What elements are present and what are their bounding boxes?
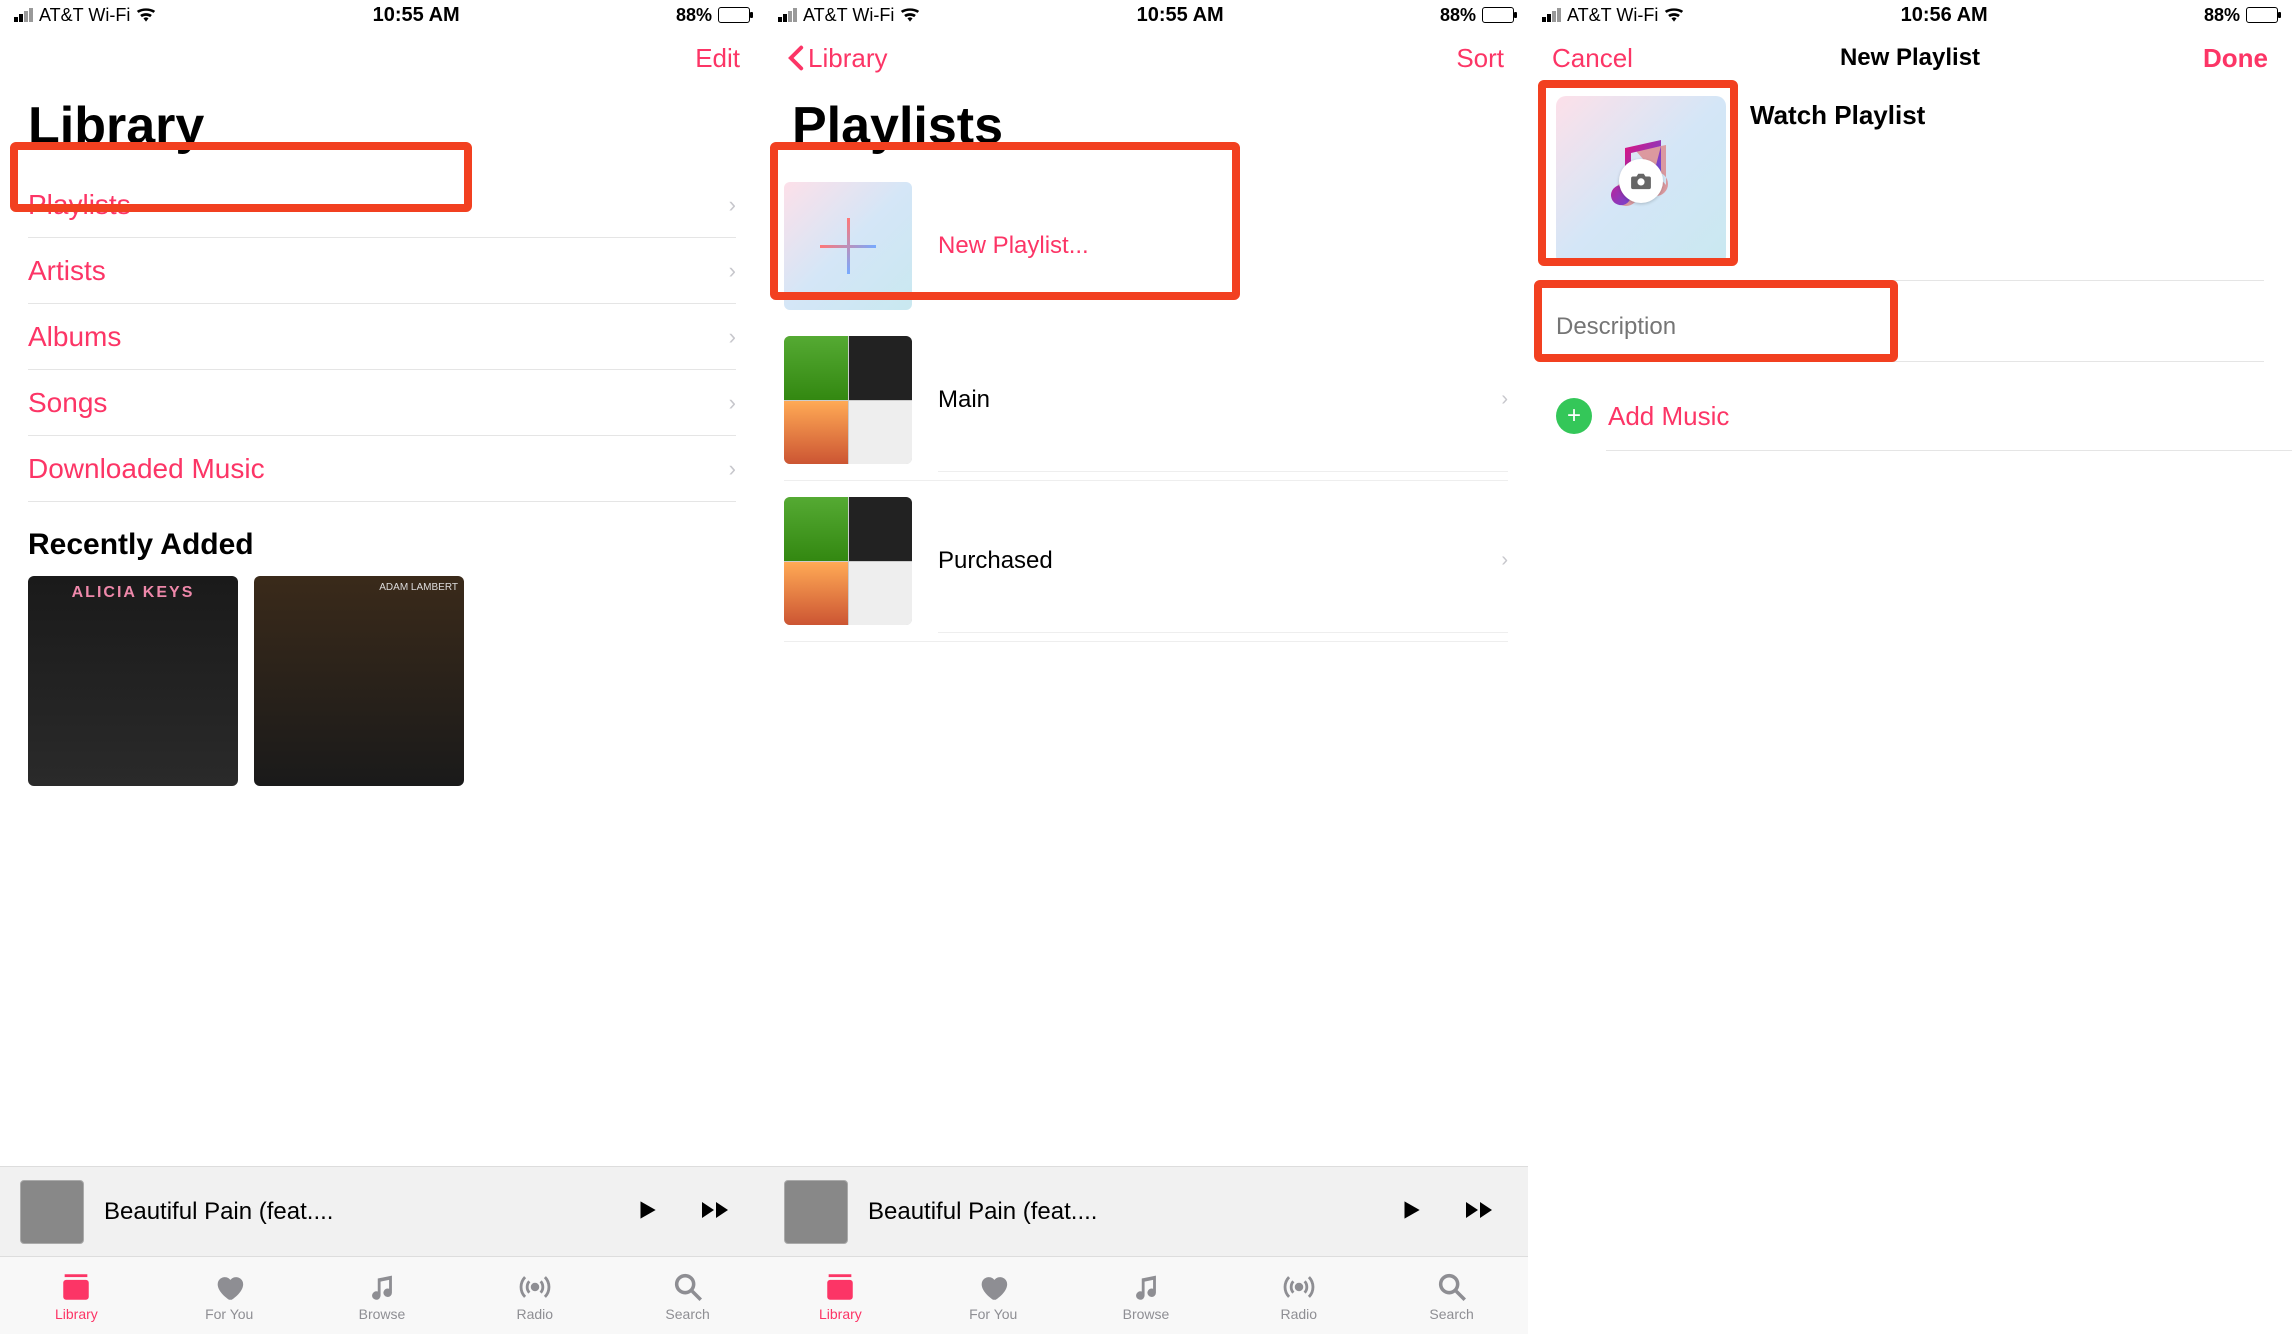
play-button[interactable] <box>624 1187 670 1236</box>
playlist-name: Purchased <box>938 547 1053 575</box>
chevron-right-icon: › <box>729 324 736 350</box>
next-button[interactable] <box>1454 1187 1508 1236</box>
signal-icon <box>778 8 797 22</box>
playlist-header <box>1528 86 2292 276</box>
new-playlist-pane: AT&T Wi-Fi 10:56 AM 88% Cancel New Playl… <box>1528 0 2292 1334</box>
nav-bar: Library Sort <box>764 30 1528 86</box>
chevron-right-icon: › <box>1501 549 1508 572</box>
chevron-right-icon: › <box>729 258 736 284</box>
tab-search[interactable]: Search <box>1375 1257 1528 1334</box>
status-bar: AT&T Wi-Fi 10:56 AM 88% <box>1528 0 2292 30</box>
add-music-row[interactable]: + Add Music <box>1528 362 2292 434</box>
playlist-list: New Playlist... Main › Purchased › <box>764 172 1528 642</box>
page-title: Library <box>0 86 764 172</box>
playlist-row[interactable]: Purchased › <box>784 481 1508 642</box>
wifi-icon <box>1664 8 1684 22</box>
mini-player[interactable]: Beautiful Pain (feat.... <box>764 1166 1528 1256</box>
library-list: Playlists› Artists› Albums› Songs› Downl… <box>0 172 764 502</box>
album-art[interactable] <box>28 576 238 786</box>
description-field <box>1556 301 2264 353</box>
tab-library[interactable]: Library <box>0 1257 153 1334</box>
tab-browse[interactable]: Browse <box>306 1257 459 1334</box>
now-playing-title: Beautiful Pain (feat.... <box>104 1198 604 1226</box>
tab-library[interactable]: Library <box>764 1257 917 1334</box>
album-art[interactable] <box>254 576 464 786</box>
recently-added-heading: Recently Added <box>0 502 764 576</box>
tab-browse[interactable]: Browse <box>1070 1257 1223 1334</box>
library-row-playlists[interactable]: Playlists› <box>28 172 736 238</box>
status-bar: AT&T Wi-Fi 10:55 AM 88% <box>0 0 764 30</box>
nav-title: New Playlist <box>1840 44 1980 72</box>
status-time: 10:55 AM <box>1137 4 1224 27</box>
battery-percent: 88% <box>1440 5 1476 26</box>
new-playlist-row[interactable]: New Playlist... <box>784 172 1508 320</box>
tab-foryou[interactable]: For You <box>917 1257 1070 1334</box>
battery-percent: 88% <box>2204 5 2240 26</box>
battery-icon <box>2246 7 2278 23</box>
tab-bar: Library For You Browse Radio Search <box>764 1256 1528 1334</box>
sort-button[interactable]: Sort <box>1456 43 1504 74</box>
playlist-art <box>784 497 912 625</box>
camera-icon <box>1619 159 1663 203</box>
plus-icon: + <box>1556 398 1592 434</box>
album-grid <box>0 576 764 786</box>
done-button[interactable]: Done <box>2203 43 2268 74</box>
library-row-songs[interactable]: Songs› <box>28 370 736 436</box>
tab-radio[interactable]: Radio <box>1222 1257 1375 1334</box>
page-title: Playlists <box>764 86 1528 172</box>
library-row-downloaded[interactable]: Downloaded Music› <box>28 436 736 502</box>
chevron-right-icon: › <box>729 192 736 218</box>
now-playing-art[interactable] <box>784 1180 848 1244</box>
edit-button[interactable]: Edit <box>695 43 740 74</box>
carrier-label: AT&T Wi-Fi <box>39 5 130 26</box>
plus-icon <box>784 182 912 310</box>
description-input[interactable] <box>1556 313 2264 341</box>
chevron-right-icon: › <box>729 456 736 482</box>
battery-icon <box>718 7 750 23</box>
cancel-button[interactable]: Cancel <box>1552 43 1633 74</box>
tab-foryou[interactable]: For You <box>153 1257 306 1334</box>
status-bar: AT&T Wi-Fi 10:55 AM 88% <box>764 0 1528 30</box>
battery-icon <box>1482 7 1514 23</box>
library-row-artists[interactable]: Artists› <box>28 238 736 304</box>
next-button[interactable] <box>690 1187 744 1236</box>
carrier-label: AT&T Wi-Fi <box>803 5 894 26</box>
battery-percent: 88% <box>676 5 712 26</box>
playlist-art <box>784 336 912 464</box>
back-button[interactable]: Library <box>788 43 887 74</box>
playlist-name-input[interactable] <box>1750 100 2264 131</box>
play-button[interactable] <box>1388 1187 1434 1236</box>
library-row-albums[interactable]: Albums› <box>28 304 736 370</box>
nav-bar: Edit <box>0 30 764 86</box>
chevron-left-icon <box>788 45 804 71</box>
now-playing-title: Beautiful Pain (feat.... <box>868 1198 1368 1226</box>
tab-bar: Library For You Browse Radio Search <box>0 1256 764 1334</box>
chevron-right-icon: › <box>1501 388 1508 411</box>
playlists-pane: AT&T Wi-Fi 10:55 AM 88% Library Sort Pla… <box>764 0 1528 1334</box>
signal-icon <box>1542 8 1561 22</box>
chevron-right-icon: › <box>729 390 736 416</box>
new-playlist-label: New Playlist... <box>938 232 1089 260</box>
library-pane: AT&T Wi-Fi 10:55 AM 88% Edit Library Pla… <box>0 0 764 1334</box>
wifi-icon <box>900 8 920 22</box>
playlist-artwork-picker[interactable] <box>1556 96 1726 266</box>
signal-icon <box>14 8 33 22</box>
playlist-row[interactable]: Main › <box>784 320 1508 481</box>
now-playing-art[interactable] <box>20 1180 84 1244</box>
playlist-name: Main <box>938 386 990 414</box>
carrier-label: AT&T Wi-Fi <box>1567 5 1658 26</box>
status-time: 10:56 AM <box>1901 4 1988 27</box>
tab-search[interactable]: Search <box>611 1257 764 1334</box>
add-music-label: Add Music <box>1608 401 1729 432</box>
mini-player[interactable]: Beautiful Pain (feat.... <box>0 1166 764 1256</box>
status-time: 10:55 AM <box>373 4 460 27</box>
nav-bar: Cancel New Playlist Done <box>1528 30 2292 86</box>
tab-radio[interactable]: Radio <box>458 1257 611 1334</box>
wifi-icon <box>136 8 156 22</box>
